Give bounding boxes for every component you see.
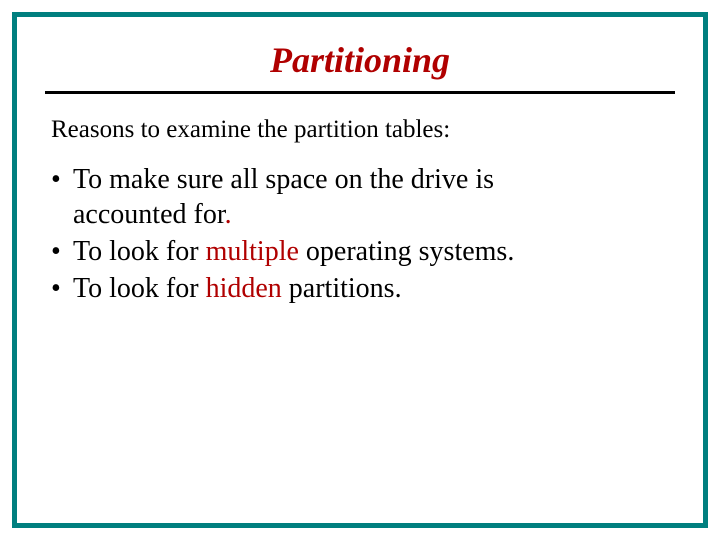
bullet-dot: •: [51, 234, 73, 269]
emphasis-red: .: [225, 199, 232, 230]
emphasis-red: multiple: [206, 236, 299, 267]
list-item: • To look for multiple operating systems…: [51, 234, 675, 269]
title-underline: [45, 91, 675, 94]
text-run: partitions.: [282, 273, 402, 304]
bullet-dot: •: [51, 271, 73, 306]
intro-text: Reasons to examine the partition tables:: [51, 116, 675, 144]
slide-title: Partitioning: [45, 39, 675, 81]
bullet-text: To make sure all space on the drive is a…: [73, 162, 675, 232]
text-run: accounted for: [73, 199, 225, 230]
list-item: • To make sure all space on the drive is…: [51, 162, 675, 232]
slide: Partitioning Reasons to examine the part…: [0, 0, 720, 540]
text-run: To look for: [73, 273, 206, 304]
text-run: operating systems.: [299, 236, 514, 267]
bullet-text: To look for multiple operating systems.: [73, 234, 675, 269]
emphasis-red: hidden: [206, 273, 282, 304]
bullet-dot: •: [51, 162, 73, 232]
bullet-list: • To make sure all space on the drive is…: [51, 162, 675, 306]
text-run: To make sure all space on the drive is: [73, 164, 494, 195]
bullet-text: To look for hidden partitions.: [73, 271, 675, 306]
list-item: • To look for hidden partitions.: [51, 271, 675, 306]
slide-frame: Partitioning Reasons to examine the part…: [12, 12, 708, 528]
text-run: To look for: [73, 236, 206, 267]
